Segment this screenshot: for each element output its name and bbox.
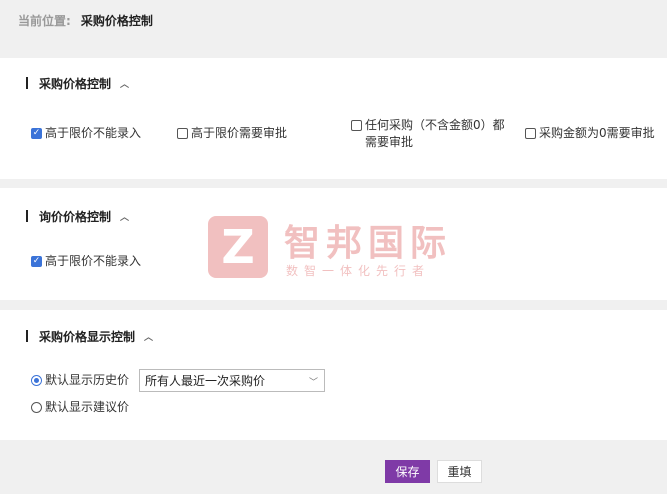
radio-default-suggested-price[interactable]: 默认显示建议价 — [31, 399, 129, 416]
inquiry-price-control-panel: 询价价格控制 ︿ ✓ 高于限价不能录入 — [0, 188, 667, 300]
checkbox-above-limit-block[interactable]: ✓ 高于限价不能录入 — [31, 125, 141, 142]
purchase-price-control-panel: 采购价格控制 ︿ ✓ 高于限价不能录入 高于限价需要审批 任何采购（不含金额0）… — [0, 58, 667, 179]
checkbox-checked-icon[interactable]: ✓ — [31, 256, 42, 267]
checkbox-zero-amount-approval[interactable]: 采购金额为0需要审批 — [525, 125, 655, 142]
breadcrumb: 当前位置: 采购价格控制 — [18, 10, 153, 30]
form-footer: 保存 重填 — [0, 440, 667, 494]
checkbox-unchecked-icon[interactable] — [177, 128, 188, 139]
breadcrumb-current: 采购价格控制 — [80, 13, 153, 28]
section-header-purchase-price[interactable]: 采购价格控制 ︿ — [26, 75, 129, 91]
chevron-down-icon[interactable]: ﹀ — [309, 375, 318, 388]
checkbox-label: 高于限价不能录入 — [45, 254, 142, 268]
section-marker — [26, 77, 28, 89]
radio-label: 默认显示建议价 — [45, 400, 130, 414]
checkbox-above-limit-approval[interactable]: 高于限价需要审批 — [177, 125, 287, 142]
reset-button[interactable]: 重填 — [437, 460, 482, 483]
price-display-control-panel: 采购价格显示控制 ︿ 默认显示历史价 所有人最近一次采购价 ﹀ 默认显示建议价 — [0, 310, 667, 440]
section-header-price-display[interactable]: 采购价格显示控制 ︿ — [26, 328, 153, 344]
chevron-up-icon[interactable]: ︿ — [120, 77, 129, 90]
select-value: 所有人最近一次采购价 — [145, 374, 266, 388]
chevron-up-icon[interactable]: ︿ — [144, 330, 153, 343]
section-title: 采购价格显示控制 — [39, 329, 136, 344]
checkbox-label: 高于限价需要审批 — [191, 126, 288, 140]
section-title: 采购价格控制 — [39, 76, 112, 91]
radio-unselected-icon[interactable] — [31, 402, 42, 413]
chevron-up-icon[interactable]: ︿ — [120, 210, 129, 223]
checkbox-any-purchase-approval[interactable]: 任何采购（不含金额0）都需要审批 — [351, 117, 516, 151]
checkbox-inquiry-above-limit-block[interactable]: ✓ 高于限价不能录入 — [31, 253, 141, 270]
section-header-inquiry-price[interactable]: 询价价格控制 ︿ — [26, 208, 129, 224]
section-title: 询价价格控制 — [39, 209, 112, 224]
checkbox-unchecked-icon[interactable] — [351, 120, 362, 131]
radio-default-history-price[interactable]: 默认显示历史价 — [31, 372, 129, 389]
checkbox-checked-icon[interactable]: ✓ — [31, 128, 42, 139]
radio-label: 默认显示历史价 — [45, 373, 130, 387]
history-price-select[interactable]: 所有人最近一次采购价 ﹀ — [139, 369, 325, 392]
section-marker — [26, 330, 28, 342]
save-button[interactable]: 保存 — [385, 460, 430, 483]
checkbox-label: 高于限价不能录入 — [45, 126, 142, 140]
checkbox-unchecked-icon[interactable] — [525, 128, 536, 139]
checkbox-label: 任何采购（不含金额0）都需要审批 — [365, 118, 505, 149]
checkbox-label: 采购金额为0需要审批 — [539, 126, 655, 140]
section-marker — [26, 210, 28, 222]
breadcrumb-label: 当前位置: — [18, 13, 71, 28]
radio-selected-icon[interactable] — [31, 375, 42, 386]
